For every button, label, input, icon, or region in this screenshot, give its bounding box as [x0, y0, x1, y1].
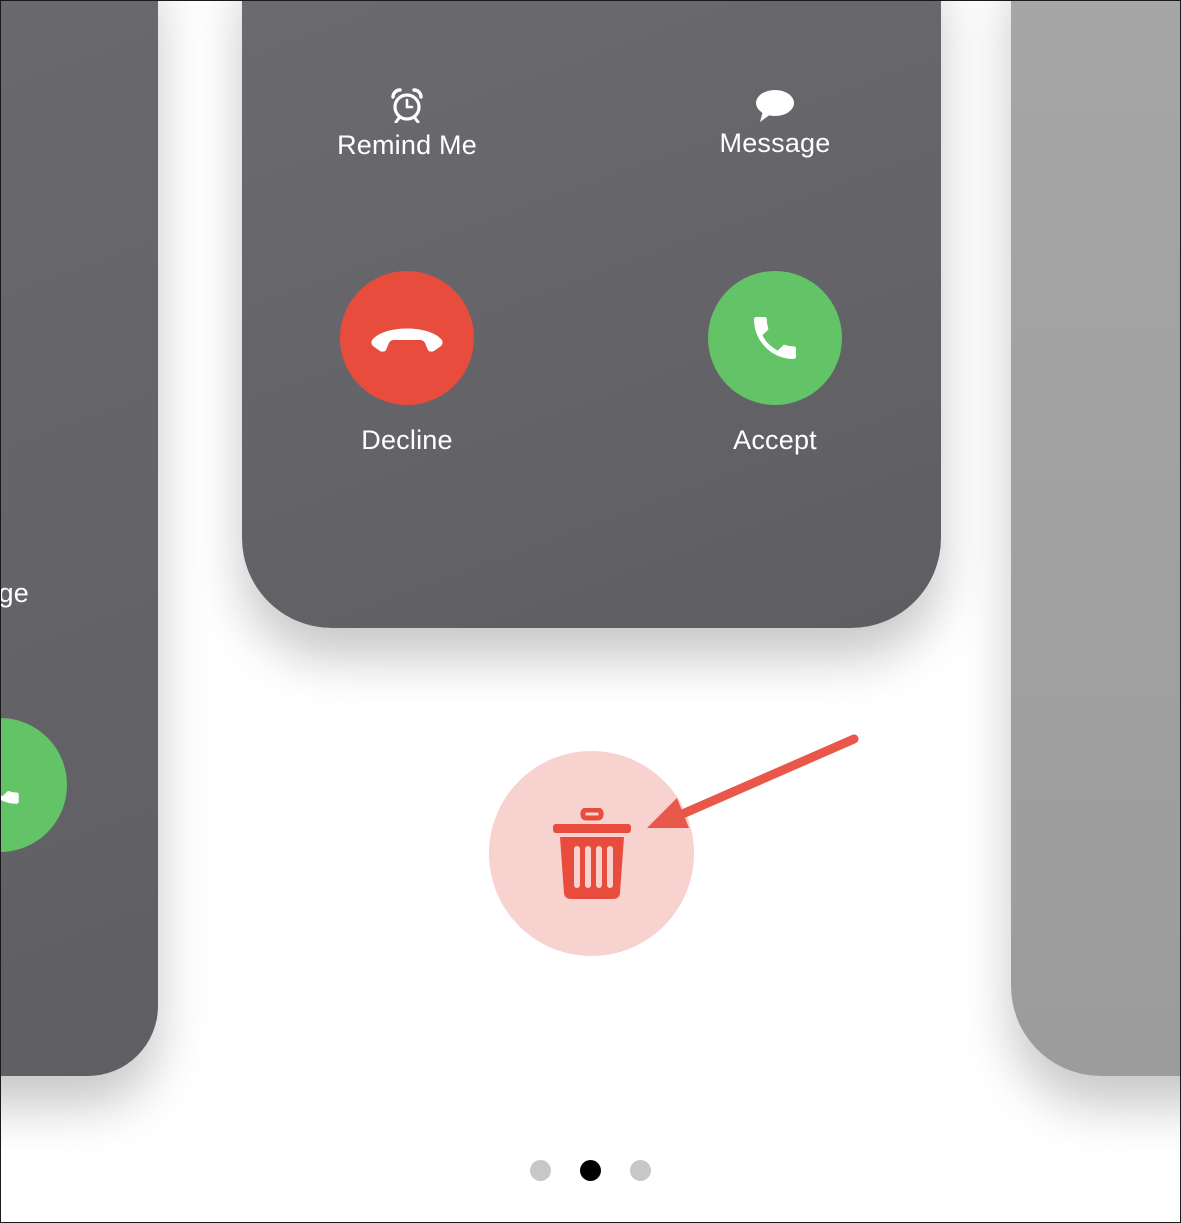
page-indicator[interactable]: [530, 1160, 651, 1181]
page-dot-3[interactable]: [630, 1160, 651, 1181]
screen: sage ept Remind Me: [0, 0, 1181, 1223]
page-dot-2-active[interactable]: [580, 1160, 601, 1181]
annotation-arrow: [647, 734, 859, 828]
page-dot-1[interactable]: [530, 1160, 551, 1181]
